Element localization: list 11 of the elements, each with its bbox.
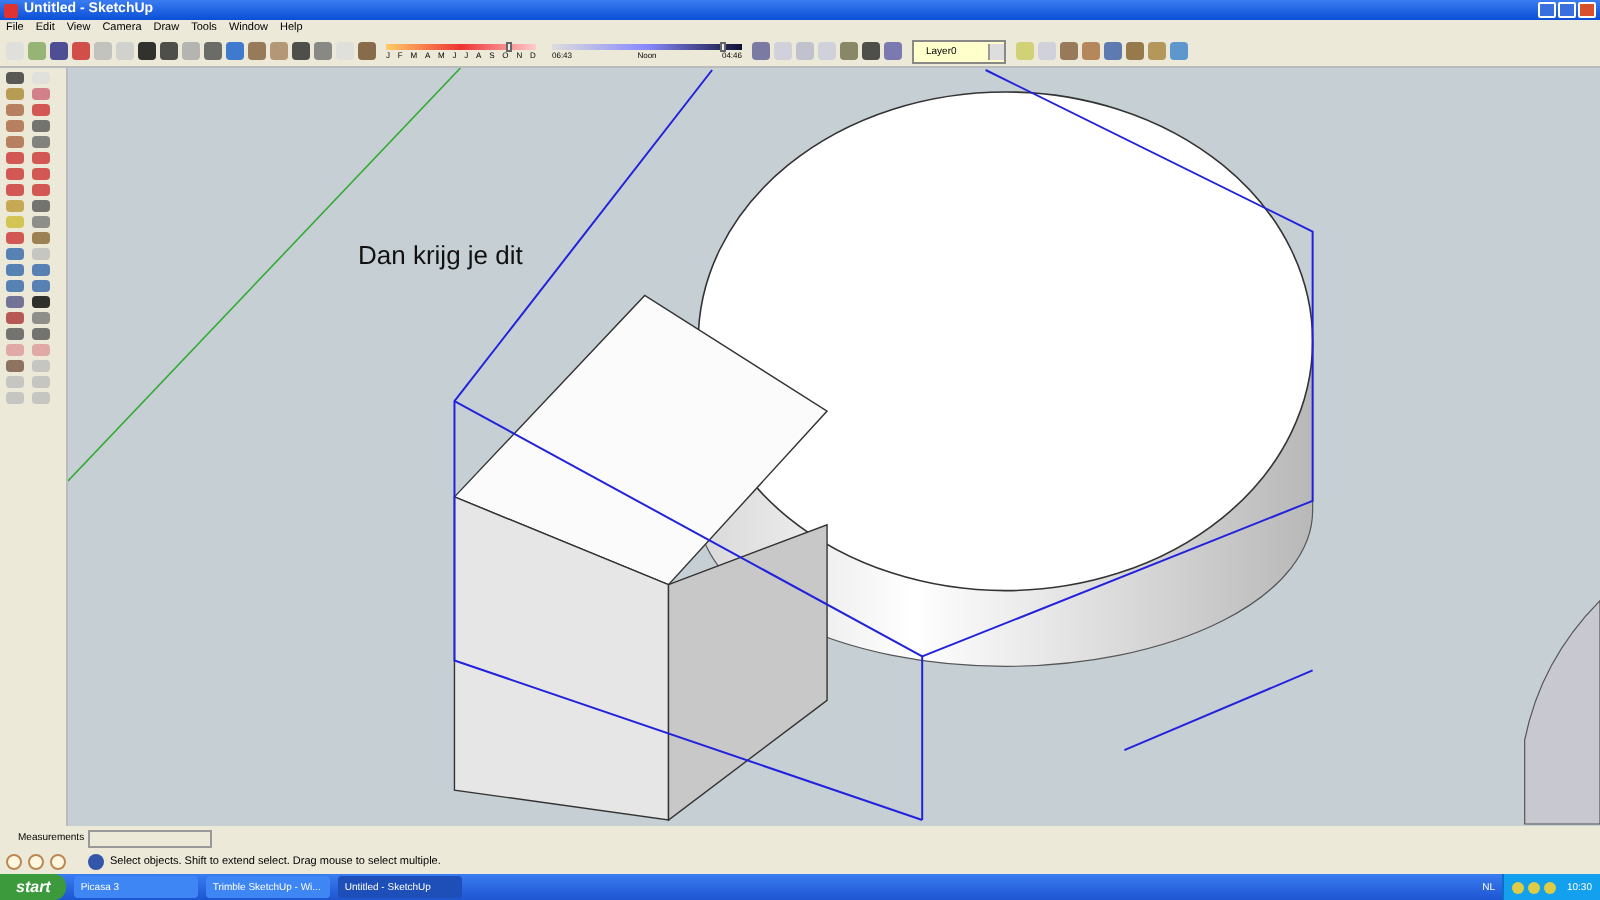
canvas-text: Dan krijg je dit: [358, 240, 523, 270]
model-viewport[interactable]: Dan krijg je dit: [68, 68, 1600, 826]
minimize-button[interactable]: [1538, 2, 1556, 18]
slider-thumb[interactable]: [506, 41, 512, 51]
start-button[interactable]: start: [0, 874, 67, 900]
restore-button[interactable]: [1558, 2, 1576, 18]
slider-thumb[interactable]: [720, 41, 726, 51]
app-icon: [4, 3, 18, 17]
help-icon[interactable]: [88, 854, 104, 870]
close-button[interactable]: [1578, 2, 1596, 18]
measurements-field[interactable]: [88, 829, 213, 847]
